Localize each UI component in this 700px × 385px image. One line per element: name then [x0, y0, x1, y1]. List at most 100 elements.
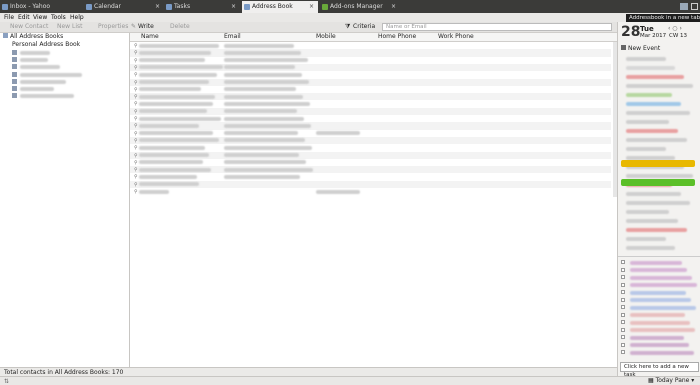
task-checkbox[interactable]: [621, 305, 625, 309]
tab-tasks[interactable]: Tasks ×: [164, 1, 240, 13]
redacted-text: [626, 93, 672, 97]
new-event-label: New Event: [628, 45, 661, 52]
task-checkbox[interactable]: [621, 335, 625, 339]
table-row[interactable]: ⚲: [130, 136, 611, 145]
column-home-phone[interactable]: Home Phone: [378, 33, 416, 41]
redacted-text: [224, 167, 313, 172]
table-row[interactable]: ⚲: [130, 144, 611, 152]
redacted-text: [139, 145, 205, 150]
menu-tools[interactable]: Tools: [51, 13, 66, 22]
add-task-input[interactable]: Click here to add a new task: [620, 362, 699, 378]
tab-inbox[interactable]: Inbox - Yahoo: [0, 1, 82, 13]
contact-icon: ⚲: [134, 79, 138, 86]
task-checkbox[interactable]: [621, 260, 625, 264]
redacted-text: [626, 147, 666, 151]
redacted-text: [316, 189, 360, 194]
column-email[interactable]: Email: [224, 33, 241, 41]
table-row[interactable]: ⚲: [130, 115, 611, 123]
contact-icon: ⚲: [134, 116, 138, 122]
menu-edit[interactable]: Edit: [18, 13, 30, 22]
tab-calendar[interactable]: Calendar ×: [84, 1, 164, 13]
search-input[interactable]: Name or Email: [382, 23, 612, 31]
delete-button[interactable]: Delete: [170, 22, 190, 32]
redacted-text: [630, 283, 697, 287]
write-button[interactable]: Write: [138, 22, 154, 32]
address-book-button-icon[interactable]: [680, 3, 688, 10]
table-row[interactable]: ⚲: [130, 100, 611, 108]
table-row[interactable]: ⚲: [130, 173, 611, 181]
table-row[interactable]: ⚲: [130, 129, 611, 137]
column-work-phone[interactable]: Work Phone: [438, 33, 474, 41]
tree-blurred-items: [0, 49, 129, 109]
tab-addons[interactable]: Add-ons Manager ×: [320, 1, 400, 13]
task-checkbox[interactable]: [621, 267, 625, 272]
task-checkbox[interactable]: [621, 290, 625, 294]
new-list-button[interactable]: New List: [57, 22, 82, 32]
navigation-arrows-icon[interactable]: ‹ ○ ›: [668, 25, 682, 32]
redacted-text: [630, 290, 686, 295]
redacted-text: [630, 313, 685, 317]
redacted-text: [626, 102, 681, 106]
event-highlight-yellow[interactable]: [621, 160, 695, 167]
today-day-number: 28: [621, 24, 641, 40]
redacted-text: [139, 65, 223, 70]
new-event-button[interactable]: New Event: [621, 45, 660, 52]
task-checkbox[interactable]: [621, 275, 625, 279]
redacted-text: [139, 174, 197, 179]
tree-item-personal[interactable]: Personal Address Book: [12, 41, 80, 49]
redacted-text: [139, 153, 209, 157]
task-checkbox[interactable]: [621, 350, 625, 354]
menu-help[interactable]: Help: [70, 13, 84, 22]
task-checkbox[interactable]: [621, 327, 625, 332]
task-checkbox[interactable]: [621, 297, 625, 302]
table-row[interactable]: ⚲: [130, 42, 611, 50]
table-row[interactable]: ⚲: [130, 85, 611, 94]
redacted-text: [224, 109, 297, 114]
table-row[interactable]: ⚲: [130, 56, 611, 64]
redacted-text: [626, 111, 690, 115]
tab-address-book[interactable]: Address Book ×: [242, 1, 318, 13]
redacted-text: [139, 116, 221, 121]
new-contact-button[interactable]: New Contact: [10, 22, 48, 32]
table-row[interactable]: ⚲: [130, 93, 611, 101]
task-checkbox[interactable]: [621, 320, 625, 324]
column-name[interactable]: Name: [141, 33, 159, 41]
menu-bar: File Edit View Tools Help: [0, 13, 700, 22]
contact-icon: ⚲: [134, 101, 138, 108]
table-row[interactable]: ⚲: [130, 151, 611, 159]
task-checkbox[interactable]: [621, 282, 625, 287]
redacted-text: [139, 189, 169, 194]
close-icon[interactable]: ×: [231, 1, 236, 13]
table-row[interactable]: ⚲: [130, 166, 611, 174]
table-row[interactable]: ⚲: [130, 49, 611, 57]
table-row[interactable]: ⚲: [130, 78, 611, 86]
close-icon[interactable]: ×: [309, 1, 314, 13]
menu-icon[interactable]: [691, 3, 698, 10]
table-row[interactable]: ⚲: [130, 158, 611, 167]
properties-button[interactable]: Properties: [98, 22, 128, 32]
task-checkbox[interactable]: [621, 342, 625, 347]
event-highlight-green[interactable]: [621, 179, 695, 186]
menu-view[interactable]: View: [33, 13, 47, 22]
table-row[interactable]: ⚲: [130, 188, 611, 196]
redacted-text: [626, 228, 687, 232]
table-row[interactable]: ⚲: [130, 122, 611, 130]
criteria-button[interactable]: Criteria: [353, 22, 375, 32]
contact-icon: ⚲: [134, 57, 138, 64]
close-icon[interactable]: ×: [391, 1, 396, 13]
tree-item-all[interactable]: All Address Books: [3, 33, 63, 41]
table-row[interactable]: ⚲: [130, 107, 611, 115]
address-book-icon: [12, 93, 17, 99]
task-checkbox[interactable]: [621, 312, 625, 317]
column-mobile[interactable]: Mobile: [316, 33, 336, 41]
redacted-text: [626, 75, 684, 79]
close-icon[interactable]: ×: [155, 1, 160, 13]
redacted-text: [139, 94, 215, 99]
divider: [618, 256, 700, 257]
tab-bar: Inbox - Yahoo Calendar × Tasks × Address…: [0, 0, 700, 13]
table-row[interactable]: ⚲: [130, 71, 611, 79]
menu-file[interactable]: File: [4, 13, 14, 22]
table-row[interactable]: ⚲: [130, 180, 611, 188]
contact-icon: ⚲: [134, 123, 138, 130]
table-row[interactable]: ⚲: [130, 63, 611, 72]
